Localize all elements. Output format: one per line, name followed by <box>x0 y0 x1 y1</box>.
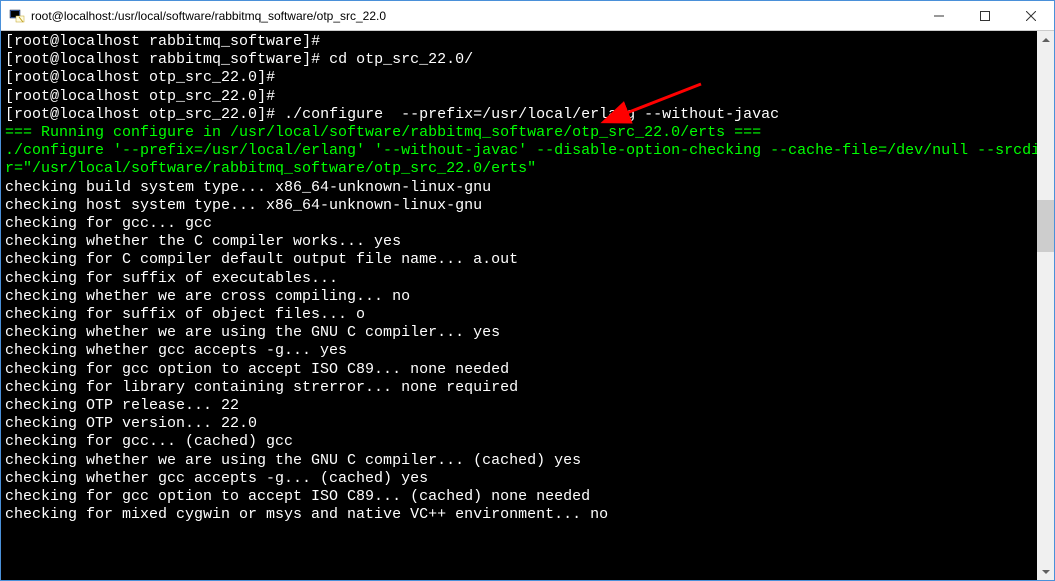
terminal-line: checking OTP release... 22 <box>5 397 1050 415</box>
scroll-down-button[interactable] <box>1037 563 1054 580</box>
scroll-track[interactable] <box>1037 48 1054 563</box>
terminal-output[interactable]: [root@localhost rabbitmq_software]#[root… <box>1 31 1054 580</box>
terminal-line: checking for library containing strerror… <box>5 379 1050 397</box>
terminal-line: checking OTP version... 22.0 <box>5 415 1050 433</box>
window-controls <box>916 1 1054 30</box>
terminal-line: [root@localhost rabbitmq_software]# cd o… <box>5 51 1050 69</box>
close-button[interactable] <box>1008 1 1054 30</box>
terminal-line: checking whether gcc accepts -g... (cach… <box>5 470 1050 488</box>
terminal-line: checking for gcc... gcc <box>5 215 1050 233</box>
window-title: root@localhost:/usr/local/software/rabbi… <box>31 9 916 23</box>
terminal-line: checking whether we are using the GNU C … <box>5 452 1050 470</box>
terminal-line: checking for mixed cygwin or msys and na… <box>5 506 1050 524</box>
terminal-line: r="/usr/local/software/rabbitmq_software… <box>5 160 1050 178</box>
terminal-line: checking for suffix of object files... o <box>5 306 1050 324</box>
terminal-line: [root@localhost otp_src_22.0]# <box>5 69 1050 87</box>
terminal-line: [root@localhost otp_src_22.0]# ./configu… <box>5 106 1050 124</box>
terminal-line: checking whether the C compiler works...… <box>5 233 1050 251</box>
vertical-scrollbar[interactable] <box>1037 31 1054 580</box>
terminal-line: checking for gcc option to accept ISO C8… <box>5 361 1050 379</box>
terminal-line: ./configure '--prefix=/usr/local/erlang'… <box>5 142 1050 160</box>
terminal-line: === Running configure in /usr/local/soft… <box>5 124 1050 142</box>
putty-icon <box>9 8 25 24</box>
scroll-thumb[interactable] <box>1037 200 1054 252</box>
terminal-line: checking whether we are using the GNU C … <box>5 324 1050 342</box>
minimize-button[interactable] <box>916 1 962 30</box>
terminal-line: checking for C compiler default output f… <box>5 251 1050 269</box>
terminal-line: checking build system type... x86_64-unk… <box>5 179 1050 197</box>
terminal-line: checking for gcc... (cached) gcc <box>5 433 1050 451</box>
terminal-line: checking for suffix of executables... <box>5 270 1050 288</box>
terminal-line: checking host system type... x86_64-unkn… <box>5 197 1050 215</box>
window-titlebar: root@localhost:/usr/local/software/rabbi… <box>1 1 1054 31</box>
terminal-line: [root@localhost rabbitmq_software]# <box>5 33 1050 51</box>
terminal-line: checking whether gcc accepts -g... yes <box>5 342 1050 360</box>
terminal-line: checking for gcc option to accept ISO C8… <box>5 488 1050 506</box>
terminal-line: [root@localhost otp_src_22.0]# <box>5 88 1050 106</box>
terminal-line: checking whether we are cross compiling.… <box>5 288 1050 306</box>
maximize-button[interactable] <box>962 1 1008 30</box>
scroll-up-button[interactable] <box>1037 31 1054 48</box>
